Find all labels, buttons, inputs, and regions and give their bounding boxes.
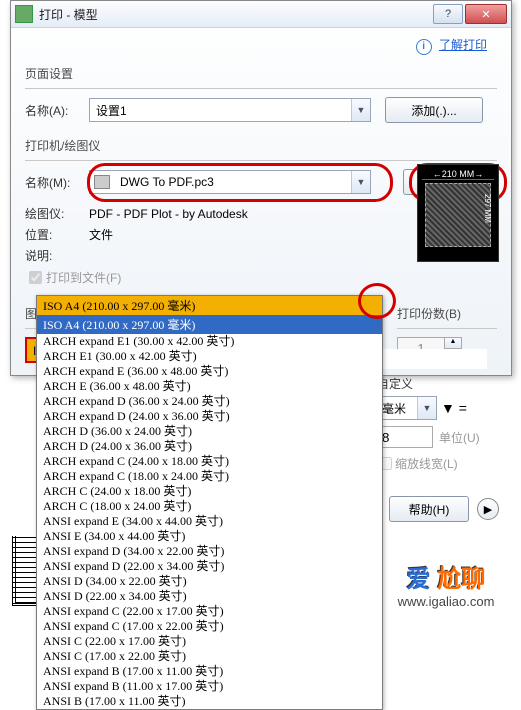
- printer-name-label: 名称(M):: [25, 174, 89, 191]
- close-button[interactable]: ✕: [465, 4, 507, 24]
- paper-size-dropdown[interactable]: ISO A4 (210.00 x 297.00 毫米)ISO A4 (210.0…: [36, 295, 383, 710]
- help-button[interactable]: ?: [433, 4, 463, 24]
- watermark-logo: 爱 尬聊 www.igaliao.com: [371, 559, 521, 609]
- chevron-down-icon[interactable]: ▼: [351, 99, 370, 121]
- info-icon: i: [416, 39, 432, 55]
- help-button-bottom[interactable]: 帮助(H): [389, 496, 469, 522]
- add-button[interactable]: 添加(.)...: [385, 97, 483, 123]
- titlebar[interactable]: 打印 - 模型 ? ✕: [11, 1, 511, 28]
- print-to-file-label: 打印到文件(F): [46, 269, 121, 286]
- scale-input[interactable]: [375, 426, 433, 448]
- paper-size-option[interactable]: ISO A4 (210.00 x 297.00 毫米): [37, 315, 382, 334]
- plotter-label: 绘图仪:: [25, 205, 89, 222]
- partial-field: [377, 349, 487, 369]
- paper-size-option[interactable]: ARCH expand D (36.00 x 24.00 英寸): [37, 394, 382, 409]
- paper-size-option[interactable]: ANSI expand D (22.00 x 34.00 英寸): [37, 559, 382, 574]
- paper-size-option[interactable]: ARCH E (36.00 x 48.00 英寸): [37, 379, 382, 394]
- location-value: 文件: [89, 226, 113, 243]
- learn-print-link[interactable]: 了解打印: [439, 38, 487, 52]
- paper-size-option[interactable]: ARCH C (24.00 x 18.00 英寸): [37, 484, 382, 499]
- paper-size-option[interactable]: ANSI D (22.00 x 34.00 英寸): [37, 589, 382, 604]
- unit-select[interactable]: 毫米 ▼: [375, 396, 437, 420]
- description-label: 说明:: [25, 247, 89, 264]
- paper-size-option[interactable]: ANSI D (34.00 x 22.00 英寸): [37, 574, 382, 589]
- paper-size-option[interactable]: ISO A4 (210.00 x 297.00 毫米): [37, 296, 382, 315]
- paper-size-option[interactable]: ANSI B (17.00 x 11.00 英寸): [37, 694, 382, 709]
- spin-up-icon[interactable]: ▲: [444, 337, 462, 349]
- unit-after-label: 单位(U): [439, 429, 480, 446]
- paper-size-option[interactable]: ARCH expand D (24.00 x 36.00 英寸): [37, 409, 382, 424]
- expand-arrow-icon[interactable]: ▶: [477, 498, 499, 520]
- paper-size-option[interactable]: ARCH D (36.00 x 24.00 英寸): [37, 424, 382, 439]
- printer-icon: [94, 175, 110, 189]
- chevron-down-icon[interactable]: ▼: [417, 397, 436, 419]
- copies-label: 打印份数(B): [397, 305, 497, 322]
- page-setup-select[interactable]: 设置1 ▼: [89, 98, 371, 122]
- print-to-file-checkbox: [29, 271, 42, 284]
- paper-size-option[interactable]: ANSI E (34.00 x 44.00 英寸): [37, 529, 382, 544]
- plotter-value: PDF - PDF Plot - by Autodesk: [89, 207, 248, 221]
- paper-size-option[interactable]: ARCH C (18.00 x 24.00 英寸): [37, 499, 382, 514]
- paper-size-option[interactable]: ANSI expand C (17.00 x 22.00 英寸): [37, 619, 382, 634]
- paper-size-option[interactable]: ARCH expand E1 (30.00 x 42.00 英寸): [37, 334, 382, 349]
- equals-icon: ▼ =: [441, 400, 467, 416]
- paper-size-option[interactable]: ARCH expand C (18.00 x 24.00 英寸): [37, 469, 382, 484]
- printer-select[interactable]: DWG To PDF.pc3 ▼: [89, 170, 371, 194]
- chevron-down-icon[interactable]: ▼: [351, 171, 370, 193]
- paper-size-option[interactable]: ANSI expand B (11.00 x 17.00 英寸): [37, 679, 382, 694]
- paper-size-option[interactable]: ARCH D (24.00 x 36.00 英寸): [37, 439, 382, 454]
- scale-lineweight-label: 缩放线宽(L): [395, 455, 458, 472]
- paper-size-option[interactable]: ANSI C (17.00 x 22.00 英寸): [37, 649, 382, 664]
- page-setup-label: 页面设置: [25, 65, 497, 82]
- printer-group-label: 打印机/绘图仪: [25, 137, 497, 154]
- paper-size-option[interactable]: ARCH expand C (24.00 x 18.00 英寸): [37, 454, 382, 469]
- name-label: 名称(A):: [25, 102, 89, 119]
- paper-size-option[interactable]: ANSI C (22.00 x 17.00 英寸): [37, 634, 382, 649]
- dialog-title: 打印 - 模型: [39, 6, 433, 23]
- paper-size-option[interactable]: ARCH E1 (30.00 x 42.00 英寸): [37, 349, 382, 364]
- paper-size-option[interactable]: ANSI expand B (17.00 x 11.00 英寸): [37, 664, 382, 679]
- paper-size-option[interactable]: ANSI expand D (34.00 x 22.00 英寸): [37, 544, 382, 559]
- paper-preview: ←210 MM→ 297 MM: [417, 164, 499, 262]
- paper-size-option[interactable]: ANSI expand E (34.00 x 44.00 英寸): [37, 514, 382, 529]
- paper-size-option[interactable]: ARCH expand E (36.00 x 48.00 英寸): [37, 364, 382, 379]
- system-icon: [15, 5, 33, 23]
- location-label: 位置:: [25, 226, 89, 243]
